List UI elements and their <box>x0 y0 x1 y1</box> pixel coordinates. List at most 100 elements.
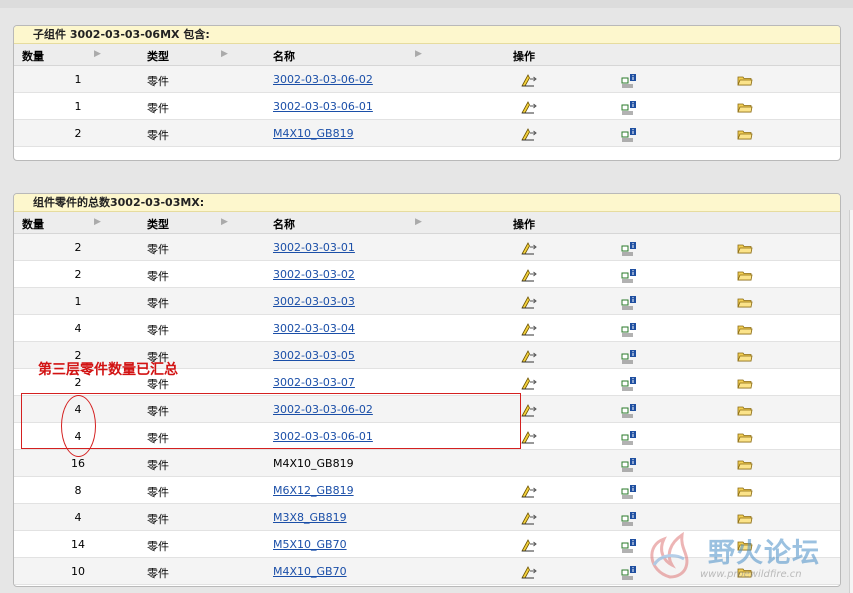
header-type[interactable]: 类型 <box>147 216 169 232</box>
sort-icon[interactable]: ▶ <box>94 49 101 59</box>
header-ops: 操作 <box>513 50 535 63</box>
edit-icon[interactable] <box>521 403 537 418</box>
qty-cell: 14 <box>71 538 85 551</box>
info-icon[interactable] <box>621 295 637 310</box>
qty-cell: 1 <box>74 295 82 308</box>
sort-icon[interactable]: ▶ <box>415 49 422 59</box>
table-row: 2 零件 3002-03-03-02 <box>14 261 840 288</box>
part-link[interactable]: M3X8_GB819 <box>273 511 347 524</box>
type-cell: 零件 <box>147 540 169 553</box>
edit-icon[interactable] <box>521 538 537 553</box>
table-row: 16 零件 M4X10_GB819 <box>14 450 840 477</box>
edit-icon[interactable] <box>521 511 537 526</box>
edit-icon[interactable] <box>521 565 537 580</box>
part-link[interactable]: 3002-03-03-01 <box>273 241 355 254</box>
info-icon[interactable] <box>621 484 637 499</box>
part-link[interactable]: 3002-03-03-03 <box>273 295 355 308</box>
panel-title: 组件零件的总数3002-03-03MX: <box>14 194 840 212</box>
sort-icon[interactable]: ▶ <box>221 49 228 59</box>
qty-cell: 4 <box>74 511 82 524</box>
annotation-circle <box>61 395 96 457</box>
table-row: 4 零件 3002-03-03-04 <box>14 315 840 342</box>
folder-icon[interactable] <box>737 100 753 115</box>
table-row: 8 零件 M6X12_GB819 <box>14 477 840 504</box>
info-icon[interactable] <box>621 457 637 472</box>
qty-cell: 2 <box>74 127 82 140</box>
table-row: 2 零件 3002-03-03-01 <box>14 234 840 261</box>
info-icon[interactable] <box>621 73 637 88</box>
table-header: 数量 ▶ 类型 ▶ 名称 ▶ 操作 <box>14 212 840 234</box>
info-icon[interactable] <box>621 565 637 580</box>
info-icon[interactable] <box>621 403 637 418</box>
part-link[interactable]: M6X12_GB819 <box>273 484 354 497</box>
info-icon[interactable] <box>621 430 637 445</box>
folder-icon[interactable] <box>737 511 753 526</box>
table-row: 1 零件 3002-03-03-03 <box>14 288 840 315</box>
folder-icon[interactable] <box>737 457 753 472</box>
table-row: 1 零件 3002-03-03-06-01 <box>14 93 840 120</box>
info-icon[interactable] <box>621 538 637 553</box>
part-link[interactable]: 3002-03-03-07 <box>273 376 355 389</box>
header-qty[interactable]: 数量 <box>22 48 44 64</box>
part-link[interactable]: M4X10_GB819 <box>273 127 354 140</box>
edit-icon[interactable] <box>521 100 537 115</box>
folder-icon[interactable] <box>737 403 753 418</box>
folder-icon[interactable] <box>737 376 753 391</box>
folder-icon[interactable] <box>737 295 753 310</box>
folder-icon[interactable] <box>737 268 753 283</box>
edit-icon[interactable] <box>521 484 537 499</box>
info-icon[interactable] <box>621 100 637 115</box>
part-link[interactable]: 3002-03-03-04 <box>273 322 355 335</box>
info-icon[interactable] <box>621 511 637 526</box>
sort-icon[interactable]: ▶ <box>94 217 101 227</box>
part-link[interactable]: M4X10_GB70 <box>273 565 347 578</box>
header-name[interactable]: 名称 <box>273 48 295 64</box>
type-cell: 零件 <box>147 75 169 88</box>
part-link[interactable]: M5X10_GB70 <box>273 538 347 551</box>
edit-icon[interactable] <box>521 349 537 364</box>
folder-icon[interactable] <box>737 349 753 364</box>
edit-icon[interactable] <box>521 268 537 283</box>
edit-icon[interactable] <box>521 430 537 445</box>
qty-cell: 2 <box>74 241 82 254</box>
info-icon[interactable] <box>621 349 637 364</box>
type-cell: 零件 <box>147 513 169 526</box>
annotation-box <box>21 393 521 449</box>
info-icon[interactable] <box>621 127 637 142</box>
folder-icon[interactable] <box>737 430 753 445</box>
watermark: 野火论坛 www.proewildfire.cn <box>640 525 850 587</box>
edit-icon[interactable] <box>521 322 537 337</box>
type-cell: 零件 <box>147 243 169 256</box>
info-icon[interactable] <box>621 322 637 337</box>
header-type[interactable]: 类型 <box>147 48 169 64</box>
edit-icon[interactable] <box>521 376 537 391</box>
header-qty[interactable]: 数量 <box>22 216 44 232</box>
qty-cell: 8 <box>74 484 82 497</box>
folder-icon[interactable] <box>737 127 753 142</box>
part-link[interactable]: 3002-03-03-06-02 <box>273 73 373 86</box>
folder-icon[interactable] <box>737 73 753 88</box>
sort-icon[interactable]: ▶ <box>415 217 422 227</box>
edit-icon[interactable] <box>521 73 537 88</box>
folder-icon[interactable] <box>737 484 753 499</box>
panel-title: 子组件 3002-03-03-06MX 包含: <box>14 26 840 44</box>
edit-icon[interactable] <box>521 127 537 142</box>
folder-icon[interactable] <box>737 322 753 337</box>
watermark-logo-icon <box>650 531 689 579</box>
edit-icon[interactable] <box>521 295 537 310</box>
subcomponent-panel: 子组件 3002-03-03-06MX 包含: 数量 ▶ 类型 ▶ 名称 ▶ 操… <box>13 25 841 161</box>
part-link[interactable]: 3002-03-03-02 <box>273 268 355 281</box>
part-link[interactable]: 3002-03-03-06-01 <box>273 100 373 113</box>
info-icon[interactable] <box>621 241 637 256</box>
header-name[interactable]: 名称 <box>273 216 295 232</box>
watermark-url: www.proewildfire.cn <box>700 569 802 580</box>
edit-icon[interactable] <box>521 241 537 256</box>
type-cell: 零件 <box>147 270 169 283</box>
sort-icon[interactable]: ▶ <box>221 217 228 227</box>
folder-icon[interactable] <box>737 241 753 256</box>
top-strip <box>0 0 853 8</box>
info-icon[interactable] <box>621 268 637 283</box>
part-link[interactable]: 3002-03-03-05 <box>273 349 355 362</box>
type-cell: 零件 <box>147 567 169 580</box>
info-icon[interactable] <box>621 376 637 391</box>
